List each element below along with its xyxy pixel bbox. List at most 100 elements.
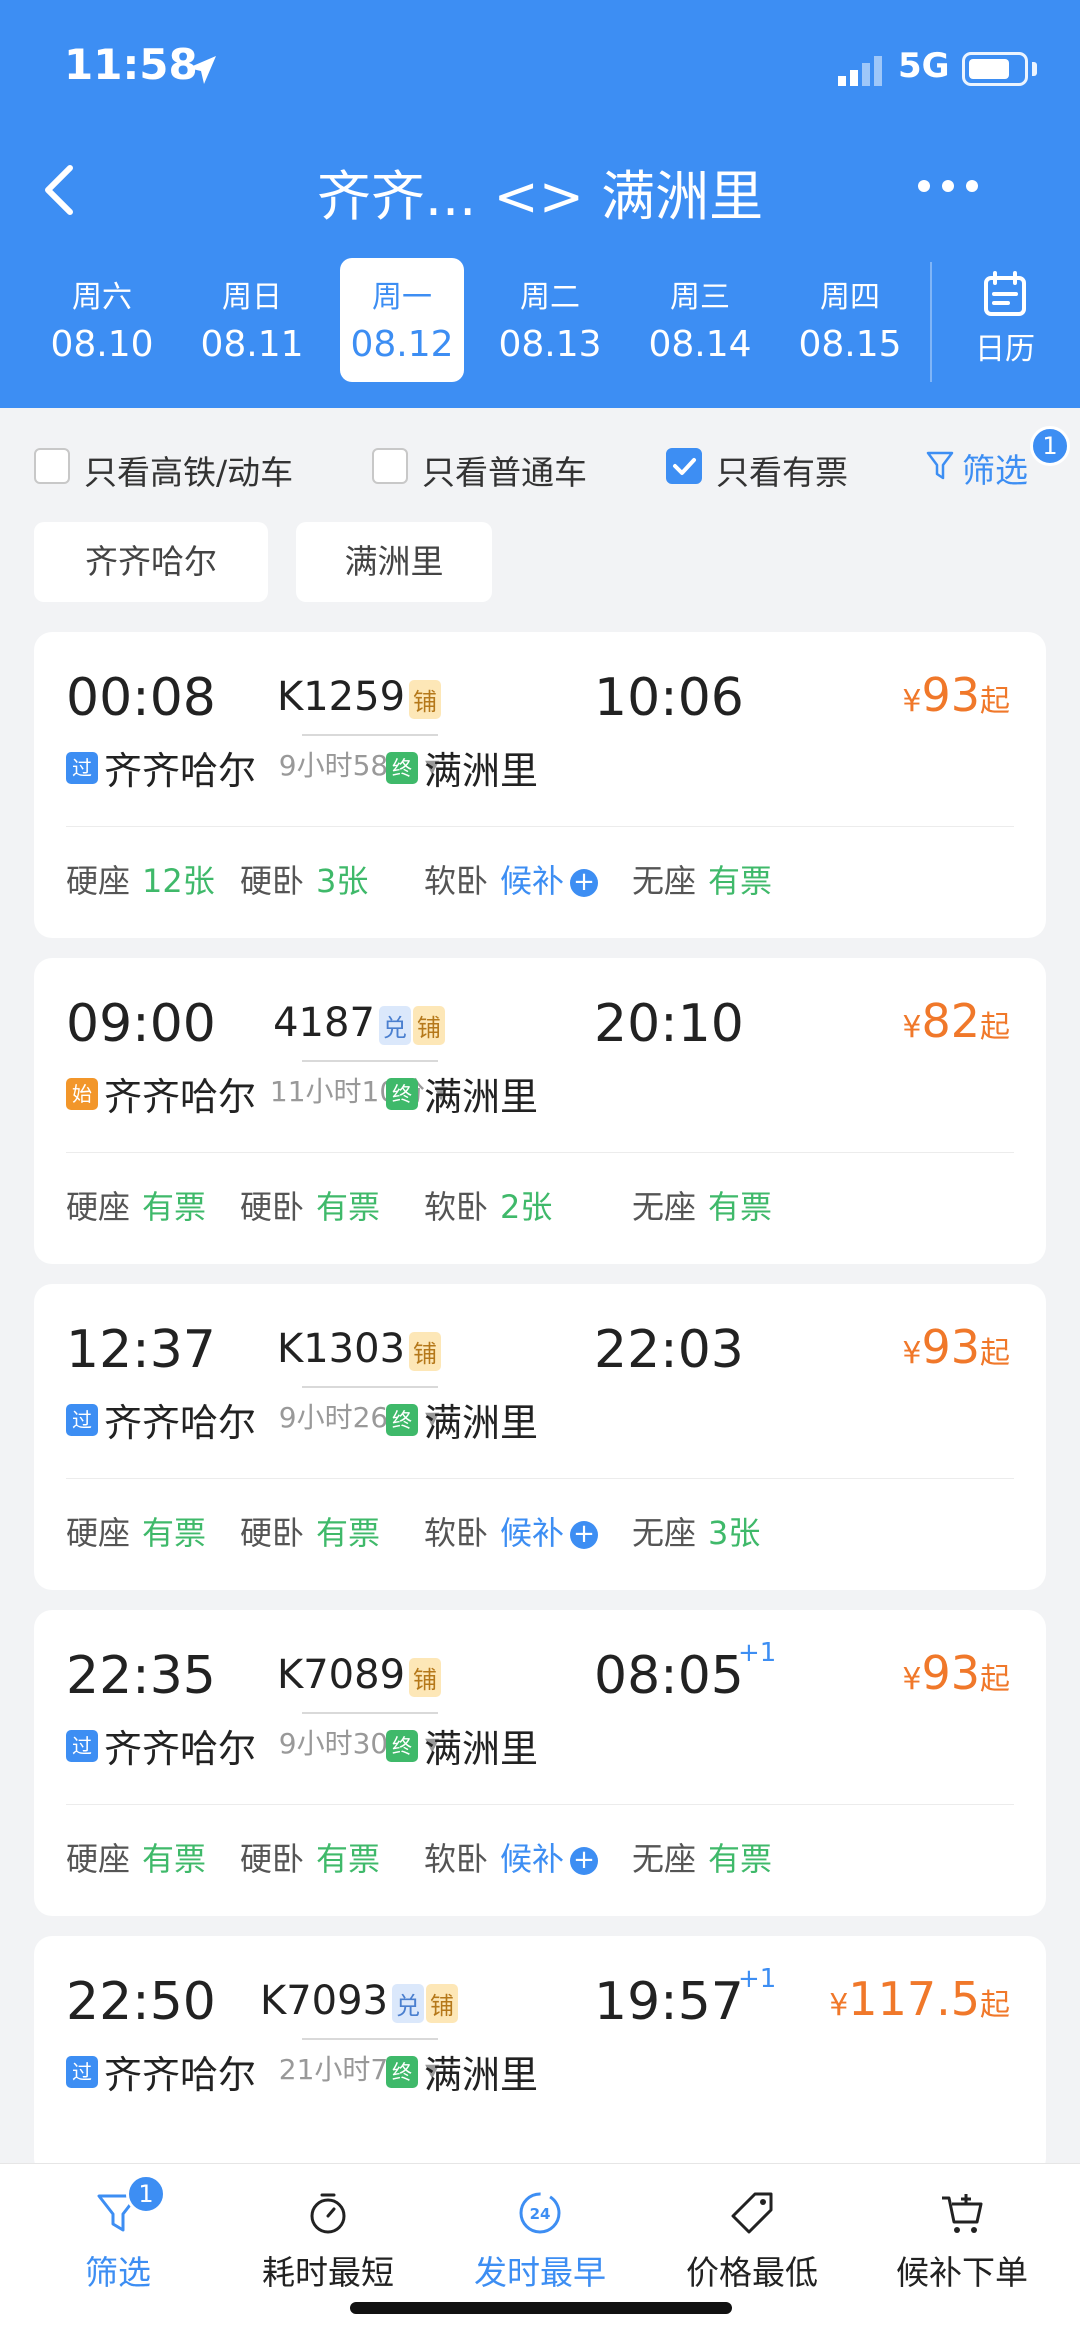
price-value: 93 — [921, 1646, 980, 1700]
date-item-selected[interactable]: 周一 08.12 — [340, 258, 464, 382]
seat-info[interactable]: 软卧 候补 + — [424, 1508, 599, 1554]
price-currency: ¥ — [902, 1336, 922, 1371]
to-station: 满洲里 — [424, 749, 539, 793]
exchange-tag: 兑 — [378, 1005, 411, 1045]
seat-info: 无座 有票 — [632, 856, 772, 902]
seat-name: 软卧 — [424, 1840, 489, 1878]
pass-station-badge: 过 — [66, 1730, 98, 1762]
seat-info: 硬卧 有票 — [240, 1182, 380, 1228]
seat-info: 硬座 有票 — [66, 1508, 206, 1554]
seat-name: 硬座 — [66, 862, 131, 900]
sleeper-tag: 铺 — [409, 1331, 442, 1371]
terminal-station-badge: 终 — [386, 1730, 418, 1762]
terminal-station-badge: 终 — [386, 1404, 418, 1436]
date-item[interactable]: 周三 08.14 — [638, 258, 762, 382]
back-icon[interactable] — [34, 160, 84, 220]
train-card[interactable]: 22:50 K7093 兑铺 21小时7分 ▾ 19:57 +1 过 齐齐哈尔 终… — [34, 1936, 1046, 2176]
checkbox-box — [34, 448, 70, 484]
tab-waitlist[interactable]: 候补下单 — [862, 2190, 1062, 2294]
calendar-button[interactable]: 日历 — [950, 270, 1060, 368]
route-line — [302, 1060, 438, 1062]
terminal-station-badge: 终 — [386, 1078, 418, 1110]
price: ¥93起 — [902, 1320, 1010, 1374]
tab-label: 价格最低 — [686, 2253, 818, 2292]
sleeper-tag: 铺 — [412, 1005, 445, 1045]
tab-earliest[interactable]: 24 发时最早 — [440, 2190, 640, 2294]
price-value: 93 — [921, 668, 980, 722]
price: ¥117.5起 — [829, 1972, 1010, 2026]
train-number-text: K1259 — [276, 674, 406, 720]
seat-availability: 3张 — [708, 1514, 761, 1552]
seat-info[interactable]: 软卧 候补 + — [424, 856, 599, 902]
seat-name: 硬座 — [66, 1188, 131, 1226]
seat-availability: 2张 — [500, 1188, 553, 1226]
gaotie-checkbox[interactable]: 只看高铁/动车 — [34, 446, 334, 492]
seat-availability: 有票 — [708, 1840, 773, 1878]
seat-availability: 有票 — [316, 1514, 381, 1552]
route-title[interactable]: 齐齐... <> 满洲里 — [200, 152, 880, 231]
train-number-text: K7093 — [259, 1978, 389, 2024]
signal-icon — [838, 56, 882, 86]
seat-availability: 有票 — [708, 1188, 773, 1226]
sleeper-tag: 铺 — [426, 1983, 459, 2023]
price-value: 82 — [921, 994, 980, 1048]
price: ¥93起 — [902, 1646, 1010, 1700]
train-card[interactable]: 09:00 4187 兑铺 11小时10分 ▾ 20:10 始 齐齐哈尔 终 满洲… — [34, 958, 1046, 1264]
tab-filter[interactable]: 1 筛选 — [18, 2174, 218, 2294]
putong-checkbox[interactable]: 只看普通车 — [372, 446, 612, 492]
price-value: 117.5 — [848, 1972, 980, 2026]
header: 11:58 5G 齐齐... <> 满洲里 周六 08.10 周日 08.11 — [0, 0, 1080, 408]
date-item[interactable]: 周六 08.10 — [40, 258, 164, 382]
cart-plus-icon — [942, 2194, 983, 2233]
seat-availability: 候补 — [500, 1514, 565, 1552]
next-day-marker: +1 — [738, 1964, 777, 1994]
youpiao-checkbox[interactable]: 只看有票 — [666, 446, 886, 492]
date-item[interactable]: 周日 08.11 — [190, 258, 314, 382]
station-tag-from[interactable]: 齐齐哈尔 — [34, 522, 268, 602]
status-bar: 11:58 5G — [0, 0, 1080, 140]
seat-info: 硬座 有票 — [66, 1834, 206, 1880]
date-weekday: 周三 — [670, 280, 730, 315]
station-tag-to[interactable]: 满洲里 — [296, 522, 492, 602]
date-weekday: 周二 — [520, 280, 580, 315]
tab-shortest[interactable]: 耗时最短 — [228, 2190, 428, 2294]
divider — [66, 1478, 1014, 1479]
screen-button[interactable]: 筛选 1 — [926, 426, 1070, 492]
from-station: 齐齐哈尔 — [104, 2053, 257, 2097]
train-card[interactable]: 22:35 K7089 铺 9小时30分 ▾ 08:05 +1 过 齐齐哈尔 终 … — [34, 1610, 1046, 1916]
date-item[interactable]: 周四 08.15 — [788, 258, 912, 382]
train-card[interactable]: 12:37 K1303 铺 9小时26分 ▾ 22:03 过 齐齐哈尔 终 满洲里… — [34, 1284, 1046, 1590]
price-currency: ¥ — [902, 1662, 922, 1697]
add-waitlist-icon: + — [570, 1847, 599, 1875]
more-icon[interactable] — [918, 180, 978, 200]
date-item[interactable]: 周二 08.13 — [488, 258, 612, 382]
price: ¥82起 — [902, 994, 1010, 1048]
seat-info: 硬卧 有票 — [240, 1834, 380, 1880]
from-station: 齐齐哈尔 — [104, 1401, 257, 1445]
seat-name: 软卧 — [424, 1514, 489, 1552]
checkbox-box — [372, 448, 408, 484]
checkbox-label: 只看有票 — [716, 453, 848, 492]
tab-cheapest[interactable]: 价格最低 — [652, 2190, 852, 2294]
status-time: 11:58 — [64, 40, 198, 89]
stopwatch-icon — [310, 2193, 346, 2234]
seat-info[interactable]: 软卧 候补 + — [424, 1834, 599, 1880]
seat-name: 硬卧 — [240, 1188, 305, 1226]
to-station: 满洲里 — [424, 2053, 539, 2097]
seat-info: 无座 有票 — [632, 1834, 772, 1880]
origin-station-badge: 始 — [66, 1078, 98, 1110]
battery-icon — [962, 52, 1028, 86]
price-currency: ¥ — [829, 1988, 849, 2023]
train-number: K7089 铺 — [244, 1652, 474, 1698]
date-value: 08.11 — [200, 324, 304, 365]
exchange-tag: 兑 — [392, 1983, 425, 2023]
seat-availability: 12张 — [142, 862, 215, 900]
train-card[interactable]: 00:08 K1259 铺 9小时58分 ▾ 10:06 过 齐齐哈尔 终 满洲里… — [34, 632, 1046, 938]
terminal-station-badge: 终 — [386, 752, 418, 784]
arrival-time: 22:03 — [594, 1320, 744, 1380]
pass-station-badge: 过 — [66, 752, 98, 784]
from-station: 齐齐哈尔 — [104, 1727, 257, 1771]
from-station: 齐齐哈尔 — [104, 749, 257, 793]
seat-name: 硬卧 — [240, 1514, 305, 1552]
seat-availability: 有票 — [142, 1514, 207, 1552]
